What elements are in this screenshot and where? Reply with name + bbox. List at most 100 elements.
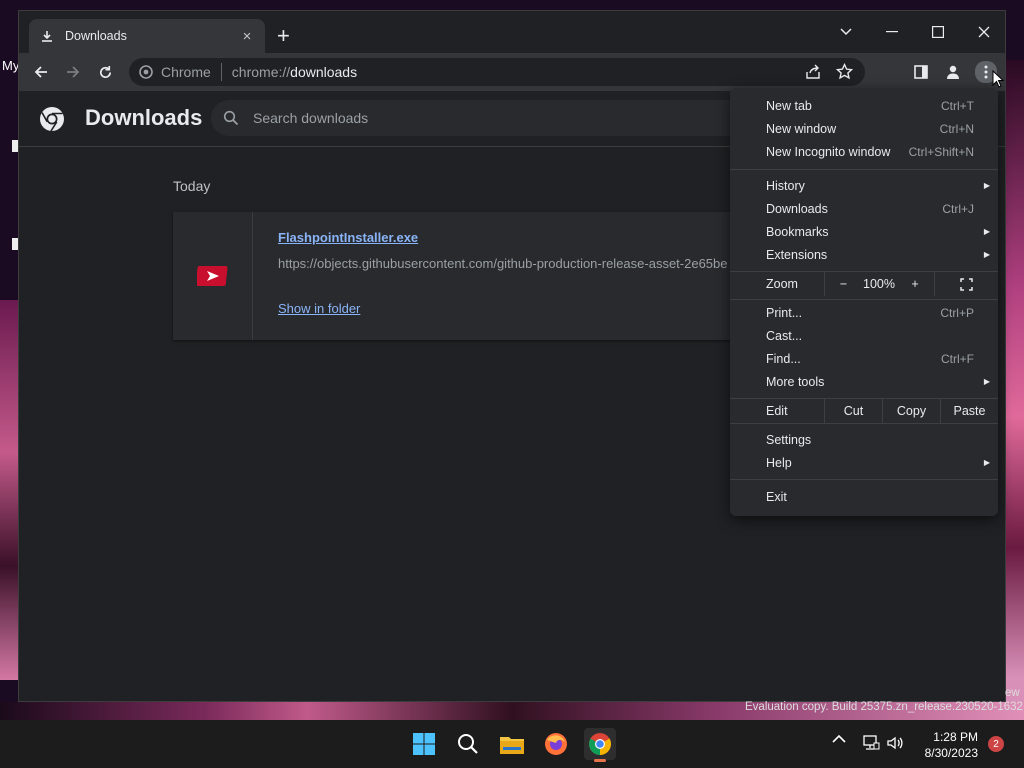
download-source-url[interactable]: https://objects.githubusercontent.com/gi… xyxy=(278,256,738,271)
chrome-taskbar-icon[interactable] xyxy=(584,728,616,762)
download-filename-link[interactable]: FlashpointInstaller.exe xyxy=(278,230,418,245)
file-explorer-icon[interactable] xyxy=(496,728,528,760)
menu-label: More tools xyxy=(766,374,825,389)
menu-item-downloads[interactable]: Downloads Ctrl+J xyxy=(730,197,998,220)
start-windows-icon[interactable] xyxy=(408,728,440,760)
bookmark-star-icon[interactable] xyxy=(835,62,854,83)
browser-toolbar: Chrome chrome://downloads xyxy=(19,53,1005,91)
zoom-out-button[interactable]: − xyxy=(824,272,862,296)
zoom-in-button[interactable]: + xyxy=(896,272,934,296)
forward-arrow-icon[interactable] xyxy=(61,60,85,84)
menu-item-settings[interactable]: Settings xyxy=(730,428,998,451)
menu-item-help[interactable]: Help ▶ xyxy=(730,451,998,474)
menu-shortcut: Ctrl+F xyxy=(941,351,974,366)
file-icon-container xyxy=(173,212,253,340)
menu-item-new-tab[interactable]: New tab Ctrl+T xyxy=(730,94,998,117)
close-window-button[interactable] xyxy=(961,17,1007,47)
menu-label: Zoom xyxy=(766,277,798,291)
tab-search-chevron-icon[interactable] xyxy=(823,17,869,47)
page-title: Downloads xyxy=(85,105,203,130)
menu-item-cast[interactable]: Cast... xyxy=(730,324,998,347)
menu-item-history[interactable]: History ▶ xyxy=(730,174,998,197)
firefox-icon[interactable] xyxy=(540,728,572,760)
menu-shortcut: Ctrl+P xyxy=(940,305,974,320)
menu-shortcut: Ctrl+N xyxy=(939,121,974,136)
chrome-main-menu: New tab Ctrl+T New window Ctrl+N New Incog… xyxy=(730,88,998,516)
title-bar: Downloads × + xyxy=(19,11,1005,53)
menu-item-new-incognito[interactable]: New Incognito window Ctrl+Shift+N xyxy=(730,140,998,163)
menu-label: Bookmarks xyxy=(766,224,829,239)
menu-label: Print... xyxy=(766,305,803,320)
copy-button[interactable]: Copy xyxy=(882,399,940,423)
menu-item-exit[interactable]: Exit xyxy=(730,485,998,508)
menu-divider xyxy=(730,299,998,300)
paste-button[interactable]: Paste xyxy=(940,399,998,423)
cut-button[interactable]: Cut xyxy=(824,399,882,423)
menu-item-extensions[interactable]: Extensions ▶ xyxy=(730,243,998,266)
menu-label: Find... xyxy=(766,351,801,366)
reload-icon[interactable] xyxy=(93,60,117,84)
omnibox-divider xyxy=(220,63,222,81)
clock-time: 1:28 PM xyxy=(933,730,978,744)
menu-label: Exit xyxy=(766,489,787,504)
submenu-arrow-icon: ▶ xyxy=(983,227,990,236)
menu-item-bookmarks[interactable]: Bookmarks ▶ xyxy=(730,220,998,243)
menu-divider xyxy=(730,423,998,424)
menu-item-more-tools[interactable]: More tools ▶ xyxy=(730,370,998,393)
menu-label: History xyxy=(766,178,805,193)
volume-icon[interactable] xyxy=(886,734,904,752)
evaluation-watermark: Evaluation copy. Build 25375.zn_release.… xyxy=(745,701,1023,713)
menu-shortcut: Ctrl+J xyxy=(942,201,974,216)
menu-item-find[interactable]: Find... Ctrl+F xyxy=(730,347,998,370)
profile-icon[interactable] xyxy=(943,62,963,82)
search-input[interactable]: Search downloads xyxy=(211,100,751,136)
submenu-arrow-icon: ▶ xyxy=(983,458,990,467)
fullscreen-icon[interactable] xyxy=(934,272,998,296)
menu-item-new-window[interactable]: New window Ctrl+N xyxy=(730,117,998,140)
network-icon[interactable] xyxy=(862,734,880,752)
menu-divider xyxy=(730,169,998,170)
desktop-icon-label: My xyxy=(2,58,20,73)
clock-date: 8/30/2023 xyxy=(924,746,978,760)
menu-label: Edit xyxy=(766,404,788,418)
submenu-arrow-icon: ▶ xyxy=(983,377,990,386)
tab-close-icon[interactable]: × xyxy=(239,28,255,45)
menu-shortcut: Ctrl+T xyxy=(941,98,974,113)
menu-label: Cast... xyxy=(766,328,803,343)
flashpoint-app-icon xyxy=(196,266,227,286)
new-tab-button[interactable]: + xyxy=(277,25,290,47)
tray-chevron-up-icon[interactable] xyxy=(832,734,846,744)
minimize-button[interactable] xyxy=(869,17,915,47)
menu-label: New Incognito window xyxy=(766,144,891,159)
menu-row-zoom: Zoom − 100% + xyxy=(730,272,998,296)
submenu-arrow-icon: ▶ xyxy=(983,250,990,259)
menu-label: Extensions xyxy=(766,247,828,262)
side-panel-icon[interactable] xyxy=(911,62,931,82)
back-arrow-icon[interactable] xyxy=(29,60,53,84)
wallpaper-right xyxy=(1006,60,1024,710)
share-icon[interactable] xyxy=(805,64,821,83)
wallpaper-left xyxy=(0,300,18,680)
menu-item-print[interactable]: Print... Ctrl+P xyxy=(730,301,998,324)
notification-badge[interactable]: 2 xyxy=(988,736,1004,752)
desktop-text-fragment: ew xyxy=(1005,687,1020,699)
address-bar[interactable]: Chrome chrome://downloads xyxy=(129,58,865,86)
show-in-folder-link[interactable]: Show in folder xyxy=(278,301,360,316)
search-icon xyxy=(223,110,239,126)
chrome-logo-icon xyxy=(39,106,65,132)
date-header: Today xyxy=(173,178,211,194)
chrome-logo-icon xyxy=(139,65,153,79)
search-icon[interactable] xyxy=(452,728,484,760)
menu-label: New window xyxy=(766,121,837,136)
submenu-arrow-icon: ▶ xyxy=(983,181,990,190)
url-host: downloads xyxy=(290,64,358,80)
maximize-button[interactable] xyxy=(915,17,961,47)
tab-title: Downloads xyxy=(65,29,127,43)
tab-downloads[interactable]: Downloads × xyxy=(29,19,265,53)
menu-shortcut: Ctrl+Shift+N xyxy=(908,144,974,159)
download-icon xyxy=(39,30,55,43)
menu-label: New tab xyxy=(766,98,812,113)
chrome-chip: Chrome xyxy=(139,64,211,80)
menu-label: Settings xyxy=(766,432,812,447)
system-clock[interactable]: 1:28 PM 8/30/2023 xyxy=(918,729,978,761)
